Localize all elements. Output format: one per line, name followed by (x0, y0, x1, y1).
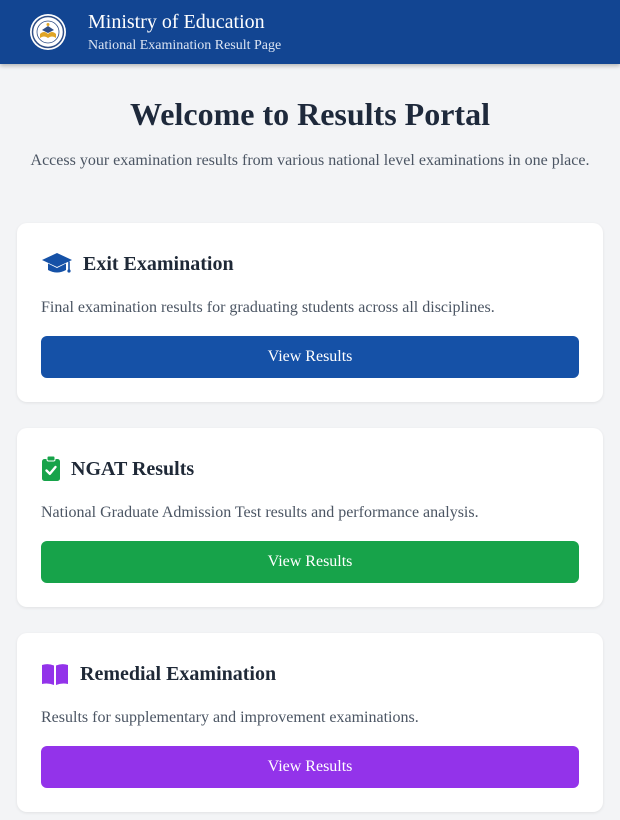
card-description: National Graduate Admission Test results… (41, 504, 479, 521)
open-book-icon (42, 664, 68, 685)
card-title: NGAT Results (71, 458, 195, 480)
card-title: Remedial Examination (80, 663, 277, 685)
ngat-view-results-button[interactable]: View Results (41, 541, 579, 583)
site-header: Ministry of Education National Examinati… (0, 0, 620, 64)
header-subtitle: National Examination Result Page (88, 38, 282, 53)
ministry-logo[interactable] (29, 13, 67, 51)
header-title: Ministry of Education (88, 11, 265, 33)
remedial-view-results-button[interactable]: View Results (41, 746, 579, 788)
card-title: Exit Examination (83, 253, 234, 275)
exit-examination-card: Exit Examination Final examination resul… (17, 223, 603, 402)
remedial-examination-card: Remedial Examination Results for supplem… (17, 633, 603, 812)
graduation-cap-icon (42, 253, 72, 273)
exit-examination-view-results-button[interactable]: View Results (41, 336, 579, 378)
page-description: Access your examination results from var… (30, 152, 590, 169)
page-title: Welcome to Results Portal (130, 96, 490, 132)
clipboard-check-icon (42, 455, 60, 481)
ngat-results-card: NGAT Results National Graduate Admission… (17, 428, 603, 607)
card-description: Results for supplementary and improvemen… (41, 709, 419, 726)
card-description: Final examination results for graduating… (41, 299, 495, 316)
